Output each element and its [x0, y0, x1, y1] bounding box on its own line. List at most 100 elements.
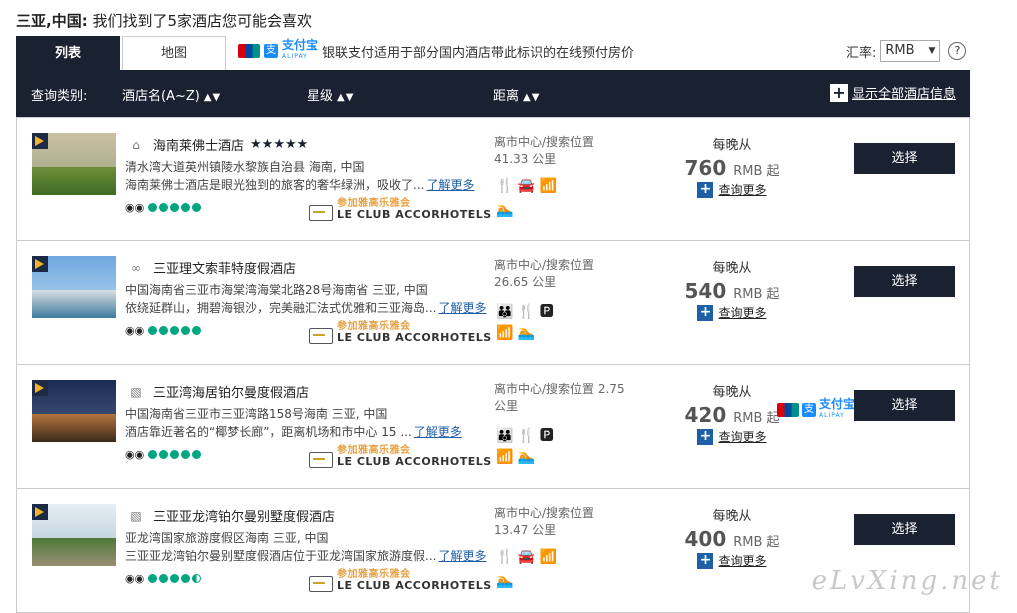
- distance-info: 离市中心/搜索位置 26.65 公里: [494, 258, 595, 289]
- hotel-address: 亚龙湾国家旅游度假区海南 三亚, 中国: [125, 531, 329, 545]
- amenity-icons: 🏊: [496, 202, 514, 218]
- sort-arrows-icon[interactable]: ▲▼: [523, 92, 540, 103]
- hotel-name-row: ▧ 三亚湾海居铂尔曼度假酒店: [125, 382, 309, 402]
- sort-by-name[interactable]: 酒店名(A~Z) ▲▼: [122, 85, 221, 104]
- amenity-icons: 🍴 🚘 📶: [496, 549, 558, 565]
- sort-arrows-icon[interactable]: ▲▼: [204, 92, 221, 103]
- hotel-description: 海南莱佛士酒店是眼光独到的旅客的奢华绿洲，吸收了... 了解更多: [125, 178, 475, 192]
- tab-list[interactable]: 列表: [16, 36, 120, 70]
- location-label: 三亚,中国:: [16, 12, 88, 30]
- club-card-icon: [309, 452, 333, 468]
- hotel-photo[interactable]: [32, 133, 116, 195]
- distance-info: 离市中心/搜索位置 41.33 公里: [494, 135, 595, 166]
- tripadvisor-rating: ◉◉: [125, 572, 202, 585]
- hotel-photo[interactable]: [32, 504, 116, 566]
- help-icon[interactable]: ?: [948, 42, 967, 60]
- amenity-icons: 🍴 🚘 📶: [496, 178, 558, 194]
- plus-icon: +: [829, 83, 848, 102]
- hotel-name-row: ▧ 三亚亚龙湾铂尔曼别墅度假酒店: [125, 506, 335, 526]
- bookmark-flag-icon: [32, 133, 48, 149]
- price-amount: 420 RMB 起: [684, 403, 780, 427]
- price-amount: 400 RMB 起: [684, 527, 780, 551]
- tripadvisor-owl-icon: ◉◉: [125, 324, 145, 337]
- pullman-brand-icon: ▧: [130, 384, 142, 399]
- hotel-name[interactable]: 三亚理文索菲特度假酒店: [153, 258, 296, 277]
- sort-arrows-icon[interactable]: ▲▼: [337, 92, 354, 103]
- price-block: 每晚从 760 RMB 起 + 查询更多: [677, 134, 787, 198]
- distance-info: 离市中心/搜索位置 2.75 公里: [494, 382, 625, 413]
- le-club-badge: 参加雅高乐雅会 LE CLUB ACCORHOTELS: [309, 569, 492, 592]
- amenity-icons: 📶 🏊: [496, 325, 536, 341]
- sort-by-star[interactable]: 星级 ▲▼: [307, 85, 354, 104]
- select-button[interactable]: 选择: [854, 390, 955, 421]
- distance-info: 离市中心/搜索位置 13.47 公里: [494, 506, 595, 537]
- alipay-icon: 支: [802, 403, 816, 417]
- per-night-label: 每晚从: [712, 261, 752, 276]
- star-rating: ★★★★★: [250, 137, 309, 152]
- learn-more-link[interactable]: 了解更多: [438, 549, 486, 563]
- hotel-photo[interactable]: [32, 256, 116, 318]
- tripadvisor-rating: ◉◉: [125, 448, 202, 461]
- select-button[interactable]: 选择: [854, 266, 955, 297]
- unionpay-icon: [777, 403, 799, 417]
- show-all-hotels-button[interactable]: + 显示全部酒店信息: [829, 83, 956, 102]
- learn-more-link[interactable]: 了解更多: [414, 425, 462, 439]
- learn-more-link[interactable]: 了解更多: [438, 301, 486, 315]
- hotel-name[interactable]: 三亚湾海居铂尔曼度假酒店: [153, 382, 309, 401]
- tripadvisor-rating: ◉◉: [125, 324, 202, 337]
- per-night-label: 每晚从: [712, 138, 752, 153]
- price-block: 每晚从 420 RMB 起 + 查询更多: [677, 381, 787, 445]
- bookmark-flag-icon: [32, 504, 48, 520]
- select-button[interactable]: 选择: [854, 514, 955, 545]
- bookmark-flag-icon: [32, 380, 48, 396]
- select-button[interactable]: 选择: [854, 143, 955, 174]
- price-amount: 540 RMB 起: [684, 279, 780, 303]
- amenity-icons: 👪 🍴 🅿: [496, 304, 554, 320]
- bookmark-flag-icon: [32, 256, 48, 272]
- le-club-badge: 参加雅高乐雅会 LE CLUB ACCORHOTELS: [309, 321, 492, 344]
- hotel-name[interactable]: 海南莱佛士酒店: [153, 135, 244, 154]
- club-card-icon: [309, 328, 333, 344]
- currency-rate: 汇率: RMB ▼ ?: [846, 40, 967, 62]
- query-more-button[interactable]: + 查询更多: [677, 181, 787, 198]
- hotel-address: 清水湾大道英州镇陵水黎族自治县 海南, 中国: [125, 160, 365, 174]
- raffles-brand-icon: ⌂: [132, 137, 140, 152]
- query-more-button[interactable]: + 查询更多: [677, 552, 787, 569]
- price-amount: 760 RMB 起: [684, 156, 780, 180]
- hotel-description: 三亚亚龙湾铂尔曼别墅度假酒店位于亚龙湾国家旅游度假... 了解更多: [125, 549, 487, 563]
- le-club-badge: 参加雅高乐雅会 LE CLUB ACCORHOTELS: [309, 445, 492, 468]
- results-heading: 三亚,中国: 我们找到了5家酒店您可能会喜欢: [16, 10, 312, 31]
- alipay-logo-text: 支付宝 ALIPAY: [282, 38, 319, 60]
- hotel-name-row: ∞ 三亚理文索菲特度假酒店: [125, 258, 296, 278]
- price-block: 每晚从 540 RMB 起 + 查询更多: [677, 257, 787, 321]
- currency-select[interactable]: RMB ▼: [880, 40, 941, 62]
- hotel-address: 中国海南省三亚市三亚湾路158号海南 三亚, 中国: [125, 407, 388, 421]
- amenity-icons: 🏊: [496, 573, 514, 589]
- price-block: 每晚从 400 RMB 起 + 查询更多: [677, 505, 787, 569]
- payment-note-text: 银联支付适用于部分国内酒店带此标识的在线预付房价: [322, 45, 635, 61]
- club-card-icon: [309, 576, 333, 592]
- hotel-photo[interactable]: [32, 380, 116, 442]
- plus-icon: +: [697, 181, 714, 198]
- amenity-icons: 📶 🏊: [496, 449, 536, 465]
- results-count-text: 我们找到了5家酒店您可能会喜欢: [92, 12, 313, 30]
- online-pay-badge: 支 支付宝 ALIPAY: [777, 398, 855, 421]
- pullman-brand-icon: ▧: [130, 508, 142, 523]
- per-night-label: 每晚从: [712, 509, 752, 524]
- query-more-button[interactable]: + 查询更多: [677, 304, 787, 321]
- plus-icon: +: [697, 304, 714, 321]
- plus-icon: +: [697, 428, 714, 445]
- hotel-address: 中国海南省三亚市海棠湾海棠北路28号海南省 三亚, 中国: [125, 283, 428, 297]
- unionpay-icon: [238, 44, 260, 58]
- rate-label: 汇率:: [846, 45, 877, 61]
- sort-by-distance[interactable]: 距离 ▲▼: [493, 85, 540, 104]
- query-more-button[interactable]: + 查询更多: [677, 428, 787, 445]
- hotel-name[interactable]: 三亚亚龙湾铂尔曼别墅度假酒店: [153, 506, 335, 525]
- learn-more-link[interactable]: 了解更多: [426, 178, 474, 192]
- tripadvisor-owl-icon: ◉◉: [125, 201, 145, 214]
- tripadvisor-owl-icon: ◉◉: [125, 572, 145, 585]
- hotel-name-row: ⌂ 海南莱佛士酒店 ★★★★★: [125, 135, 308, 154]
- tab-map[interactable]: 地图: [122, 36, 226, 70]
- club-card-icon: [309, 205, 333, 221]
- category-label: 查询类别:: [31, 89, 88, 104]
